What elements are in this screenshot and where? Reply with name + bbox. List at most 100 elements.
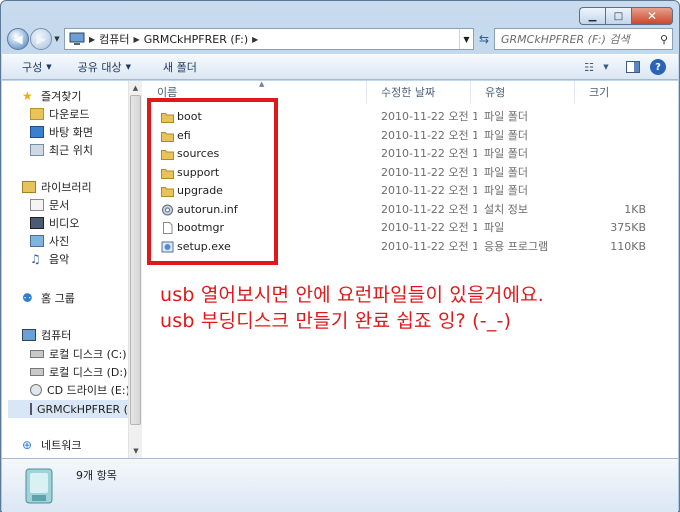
nav-videos[interactable]: 비디오 [30, 214, 128, 232]
column-header-date[interactable]: 수정한 날짜 [367, 81, 471, 103]
nav-documents[interactable]: 문서 [30, 196, 128, 214]
nav-downloads[interactable]: 다운로드 [30, 105, 128, 123]
nav-computer-label: 컴퓨터 [41, 329, 72, 342]
file-date: 2010-11-22 오전 1... [381, 221, 477, 234]
search-input[interactable]: GRMCkHPFRER (F:) 검색 ⚲ [494, 28, 673, 50]
breadcrumb-chevron-icon[interactable]: ▶ [89, 35, 95, 44]
music-icon: ♫ [30, 252, 41, 266]
video-icon [30, 217, 44, 229]
nav-computer[interactable]: 컴퓨터 [22, 326, 128, 344]
nav-music[interactable]: ♫ 음악 [30, 250, 128, 268]
navigation-row: ◀ ▶ ▼ ▶ 컴퓨터 ▶ GRMCkHPFRER (F:) ▶ ▼ ⇆ GRM… [7, 27, 673, 51]
close-button[interactable]: ✕ [631, 7, 673, 25]
share-with-button[interactable]: 공유 대상 ▼ [62, 59, 141, 75]
organize-label: 구성 [22, 61, 43, 74]
breadcrumb-drive[interactable]: GRMCkHPFRER (F:) [144, 33, 248, 46]
computer-icon [22, 329, 36, 341]
nav-libraries[interactable]: 라이브러리 [22, 178, 128, 196]
annotation-line-1: usb 열어보시면 안에 요런파일들이 있을거에요. [160, 284, 545, 306]
nav-local-disk-d[interactable]: 로컬 디스크 (D:) [30, 363, 128, 381]
file-size [574, 108, 646, 126]
item-count: 9개 항목 [76, 469, 117, 482]
refresh-button[interactable]: ⇆ [474, 28, 494, 50]
nav-pictures[interactable]: 사진 [30, 232, 128, 250]
nav-network[interactable]: ⊕ 네트워크 [22, 436, 128, 454]
minimize-button[interactable]: ▁ [579, 7, 605, 25]
nav-local-disk-c[interactable]: 로컬 디스크 (C:) [30, 345, 128, 363]
nav-favorites-label: 즐겨찾기 [41, 90, 82, 103]
navigation-scrollbar[interactable]: ▲ ▼ [128, 81, 142, 458]
view-controls: ☷ ▼ ? [578, 59, 678, 75]
address-dropdown-icon[interactable]: ▼ [459, 29, 473, 49]
nav-local-disk-c-label: 로컬 디스크 (C:) [49, 348, 127, 361]
breadcrumb-chevron-icon[interactable]: ▶ [134, 35, 140, 44]
share-with-label: 공유 대상 [77, 61, 122, 74]
nav-documents-label: 문서 [49, 199, 70, 212]
desktop-icon [30, 126, 44, 138]
file-type: 파일 폴더 [484, 184, 528, 197]
preview-pane-icon[interactable] [622, 59, 644, 75]
nav-desktop-label: 바탕 화면 [49, 126, 93, 139]
file-size: 375KB [610, 221, 646, 234]
nav-libraries-label: 라이브러리 [41, 181, 92, 194]
refresh-icon: ⇆ [478, 32, 490, 46]
scroll-up-icon[interactable]: ▲ [129, 81, 142, 95]
computer-icon [69, 32, 85, 45]
column-date-label: 수정한 날짜 [381, 86, 436, 99]
file-type: 파일 폴더 [484, 165, 528, 179]
nav-pictures-label: 사진 [49, 235, 70, 248]
nav-videos-label: 비디오 [49, 217, 80, 230]
help-icon[interactable]: ? [650, 59, 666, 75]
navigation-pane: ★ 즐겨찾기 다운로드 바탕 화면 최근 위치 라이브러리 문서 비디오 사진 ♫… [2, 81, 128, 458]
nav-usb-drive-f[interactable]: GRMCkHPFRER (F:) [8, 400, 128, 418]
maximize-button[interactable]: □ [605, 7, 631, 25]
column-type-label: 유형 [485, 86, 506, 99]
back-button[interactable]: ◀ [7, 28, 29, 50]
documents-icon [30, 199, 44, 211]
search-icon[interactable]: ⚲ [660, 33, 668, 46]
library-icon [22, 181, 36, 193]
column-header-size[interactable]: 크기 [575, 81, 679, 103]
nav-homegroup[interactable]: ⚉ 홈 그룹 [22, 289, 128, 307]
new-folder-button[interactable]: 새 폴더 [141, 59, 207, 75]
red-highlight-box [147, 98, 278, 265]
chevron-down-icon: ▼ [125, 63, 132, 71]
column-header-type[interactable]: 유형 [471, 81, 575, 103]
scroll-down-icon[interactable]: ▼ [129, 444, 143, 458]
breadcrumb-chevron-icon[interactable]: ▶ [252, 35, 258, 44]
nav-cd-drive-e[interactable]: CD 드라이브 (E:) [30, 381, 128, 399]
file-type: 파일 폴더 [484, 128, 528, 142]
change-view-icon[interactable]: ☷ [578, 59, 600, 75]
file-type: 파일 폴더 [484, 110, 528, 123]
file-date: 2010-11-22 오전 1... [381, 184, 477, 197]
file-size: 1KB [624, 202, 646, 216]
recent-pages-dropdown[interactable]: ▼ [52, 35, 62, 43]
cd-drive-icon [30, 384, 42, 396]
file-type: 설치 정보 [484, 202, 528, 216]
scrollbar-thumb[interactable] [130, 95, 141, 425]
nav-favorites[interactable]: ★ 즐겨찾기 [22, 87, 128, 105]
nav-recent-places[interactable]: 최근 위치 [30, 141, 128, 159]
details-pane: 9개 항목 [2, 458, 678, 512]
file-type: 파일 [484, 221, 505, 234]
view-dropdown-icon[interactable]: ▼ [600, 59, 612, 75]
downloads-folder-icon [30, 108, 44, 120]
file-date: 2010-11-22 오전 1... [381, 110, 477, 123]
organize-button[interactable]: 구성 ▼ [2, 59, 62, 75]
file-type: 응용 프로그램 [484, 239, 549, 253]
homegroup-icon: ⚉ [22, 291, 33, 305]
usb-drive-large-icon [25, 468, 53, 504]
nav-local-disk-d-label: 로컬 디스크 (D:) [49, 366, 128, 379]
forward-button[interactable]: ▶ [30, 28, 52, 50]
forward-arrow-icon: ▶ [36, 32, 46, 46]
nav-network-label: 네트워크 [41, 439, 82, 452]
file-size [574, 127, 646, 145]
caption-buttons: ▁ □ ✕ [579, 7, 673, 25]
nav-desktop[interactable]: 바탕 화면 [30, 123, 128, 141]
pictures-icon [30, 235, 44, 247]
star-icon: ★ [22, 89, 33, 103]
nav-downloads-label: 다운로드 [49, 108, 90, 121]
file-size [574, 164, 646, 182]
breadcrumb-computer[interactable]: 컴퓨터 [99, 31, 129, 47]
address-bar[interactable]: ▶ 컴퓨터 ▶ GRMCkHPFRER (F:) ▶ ▼ [64, 28, 474, 50]
